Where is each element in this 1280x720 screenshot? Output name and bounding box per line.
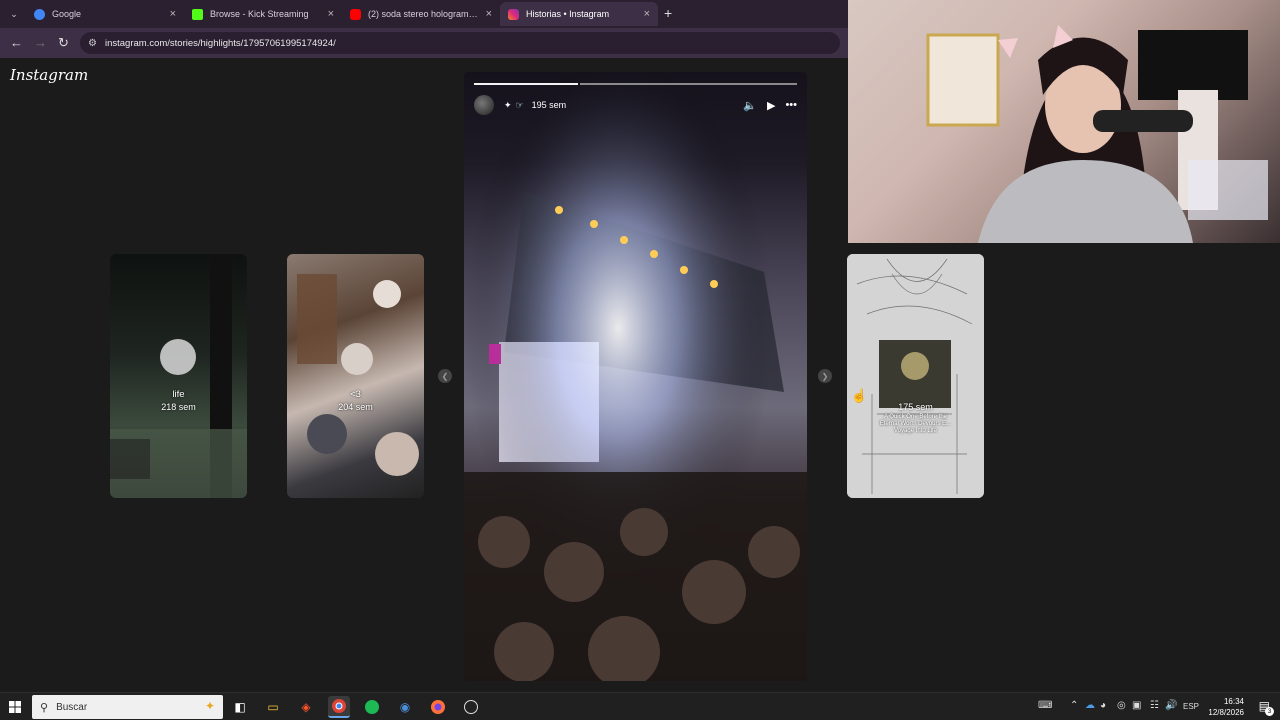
tab-instagram[interactable]: Historias • Instagram × xyxy=(500,2,658,26)
chevron-up-icon[interactable]: ⌃ xyxy=(1070,700,1078,711)
app-icon[interactable]: ◉ xyxy=(394,696,416,718)
wifi-icon[interactable]: ☷ xyxy=(1150,700,1159,711)
reload-icon[interactable]: ↻ xyxy=(58,35,69,51)
browser-tab-bar: ⌄ Google × Browse - Kick Streaming × (2)… xyxy=(0,0,848,28)
story-time: 195 sem xyxy=(531,100,567,110)
google-icon xyxy=(34,8,45,20)
keyboard-icon[interactable]: ⌨ xyxy=(1038,700,1052,711)
tab-google[interactable]: Google × xyxy=(26,2,184,26)
main-story-viewer[interactable]: ✦ ☞ 195 sem 🔈 ▶ ••• xyxy=(464,72,807,681)
site-info-icon[interactable]: ⚙ xyxy=(88,38,97,49)
story-header: ✦ ☞ 195 sem 🔈 ▶ ••• xyxy=(474,94,797,116)
close-tab-icon[interactable]: × xyxy=(170,8,176,20)
chrome-browser-icon[interactable] xyxy=(328,696,350,718)
hand-cursor-icon: ☝ xyxy=(851,388,868,403)
more-options-icon[interactable]: ••• xyxy=(785,99,797,111)
avatar[interactable] xyxy=(474,95,494,115)
microphone-icon[interactable]: ◎ xyxy=(1117,700,1126,711)
back-arrow-icon[interactable]: ← xyxy=(10,35,23,50)
group-photo-thumbnail xyxy=(297,274,419,476)
progress-segment-current xyxy=(580,83,797,85)
play-icon[interactable]: ▶ xyxy=(767,99,775,112)
webcam-overlay xyxy=(848,0,1280,243)
previous-story-chevron-icon[interactable]: ❮ xyxy=(438,369,452,383)
concert-stage-image xyxy=(464,72,807,681)
sparkle-icon: ✦ xyxy=(204,699,215,713)
kick-icon xyxy=(192,8,203,20)
task-view-icon[interactable]: ◧ xyxy=(229,696,251,718)
engraving-thumbnail xyxy=(847,254,984,498)
obs-studio-icon[interactable] xyxy=(460,696,482,718)
close-tab-icon[interactable]: × xyxy=(644,8,650,20)
search-icon: ⚲ xyxy=(40,701,49,714)
onedrive-cloud-icon[interactable]: ☁ xyxy=(1085,700,1095,711)
spotify-icon[interactable] xyxy=(361,696,383,718)
close-tab-icon[interactable]: × xyxy=(328,8,334,20)
url-text: instagram.com/stories/highlights/1795706… xyxy=(104,37,336,49)
brave-browser-icon[interactable]: ◈ xyxy=(295,696,317,718)
sticker-icon: ☞ xyxy=(515,99,524,110)
tray-device-icon[interactable]: ▣ xyxy=(1132,700,1141,711)
pin-icon: ✦ xyxy=(504,99,512,110)
story-card-next[interactable]: 175 sem A Quick One Before the Eternal W… xyxy=(847,254,984,498)
close-tab-icon[interactable]: × xyxy=(486,8,492,20)
instagram-logo[interactable]: Instagram xyxy=(10,66,88,84)
address-bar[interactable]: ⚙ instagram.com/stories/highlights/17957… xyxy=(80,32,840,54)
night-street-thumbnail xyxy=(110,254,247,498)
volume-icon[interactable]: 🔊 xyxy=(1165,700,1177,711)
firefox-icon[interactable] xyxy=(427,696,449,718)
story-card-heart[interactable]: <3 204 sem xyxy=(287,254,424,498)
tab-youtube[interactable]: (2) soda stereo holograma cerc × xyxy=(342,2,500,26)
streamer-webcam-image xyxy=(926,25,1268,243)
mute-speaker-icon[interactable]: 🔈 xyxy=(743,99,757,112)
tab-list-chevron-icon[interactable]: ⌄ xyxy=(6,6,22,22)
youtube-icon xyxy=(350,8,361,20)
story-card-life[interactable]: life 218 sem xyxy=(110,254,247,498)
tray-app-icon[interactable]: ◕ xyxy=(1100,700,1106,711)
address-toolbar: ← → ↻ ⚙ instagram.com/stories/highlights… xyxy=(0,28,848,58)
windows-start-icon[interactable] xyxy=(4,696,26,718)
taskbar-search-input[interactable]: ⚲ Buscar ✦ xyxy=(32,695,223,719)
language-indicator[interactable]: ESP xyxy=(1183,702,1199,711)
tab-kick[interactable]: Browse - Kick Streaming × xyxy=(184,2,342,26)
file-explorer-icon[interactable]: ▭ xyxy=(262,696,284,718)
next-story-chevron-icon[interactable]: ❯ xyxy=(818,369,832,383)
progress-segment-done xyxy=(474,83,578,85)
system-clock[interactable]: 16:34 12/8/2026 xyxy=(1208,696,1244,718)
notification-badge: 3 xyxy=(1265,707,1274,716)
forward-arrow-icon[interactable]: → xyxy=(34,35,47,50)
windows-taskbar: ⚲ Buscar ✦ ◧ ▭ ◈ ◉ ⌨ ⌃ ☁ ◕ ◎ ▣ ☷ 🔊 ESP 1… xyxy=(0,692,1280,720)
new-tab-plus-icon[interactable]: + xyxy=(664,5,672,21)
instagram-icon xyxy=(508,8,519,20)
